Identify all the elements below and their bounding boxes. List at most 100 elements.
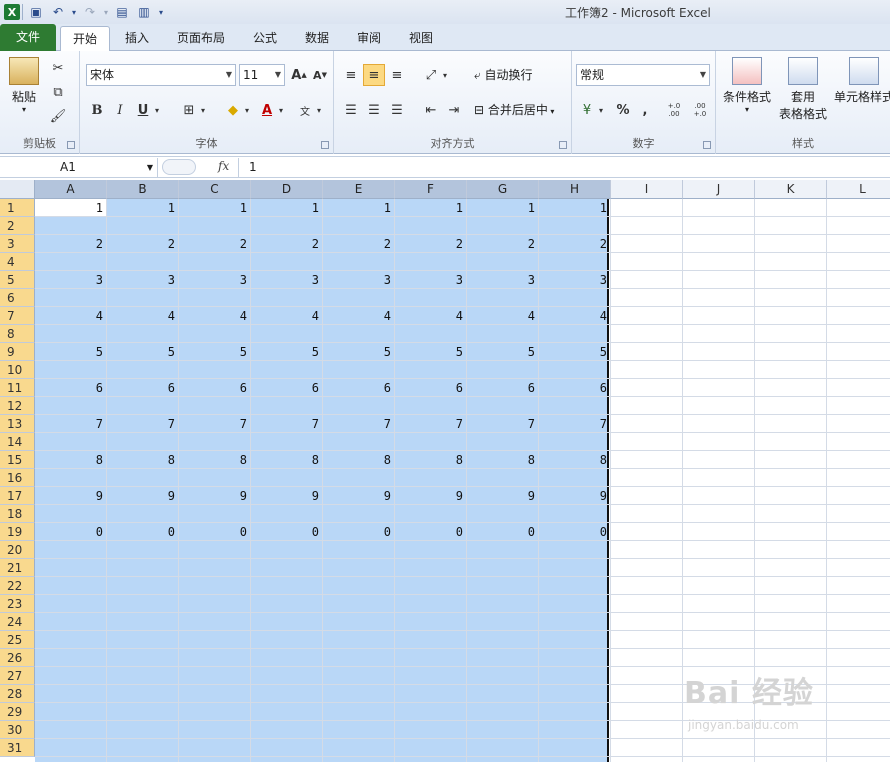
column-header-f[interactable]: F [395,180,467,199]
cell-h17[interactable]: 9 [539,487,607,505]
alignment-launcher-icon[interactable] [559,141,567,149]
cell-f5[interactable]: 3 [395,271,463,289]
print-preview-icon[interactable]: ▤ [111,2,133,22]
cell-c5[interactable]: 3 [179,271,247,289]
tab-review[interactable]: 审阅 [350,26,388,51]
format-painter-icon[interactable]: 🖌 [47,105,69,127]
cell-e11[interactable]: 6 [323,379,391,397]
save-icon[interactable]: ▣ [25,2,47,22]
undo-dropdown-icon[interactable]: ▾ [69,2,79,22]
align-left-icon[interactable]: ☰ [340,99,362,121]
cell-d5[interactable]: 3 [251,271,319,289]
cell-a9[interactable]: 5 [35,343,103,361]
font-color-icon[interactable]: A [256,99,278,121]
paste-button[interactable]: 粘贴 ▾ [6,57,42,114]
fill-color-dropdown-icon[interactable]: ▾ [242,99,252,121]
cell-d13[interactable]: 7 [251,415,319,433]
cell-h13[interactable]: 7 [539,415,607,433]
increase-decimal-button[interactable]: +.0 .00 [662,99,686,121]
cell-h19[interactable]: 0 [539,523,607,541]
cut-icon[interactable]: ✂ [47,57,69,79]
cell-d11[interactable]: 6 [251,379,319,397]
row-header-4[interactable]: 4 [0,253,35,271]
cell-c9[interactable]: 5 [179,343,247,361]
format-as-table-button[interactable]: 套用 表格格式 [774,57,832,122]
row-header-2[interactable]: 2 [0,217,35,235]
cell-a3[interactable]: 2 [35,235,103,253]
cell-h15[interactable]: 8 [539,451,607,469]
cell-b1[interactable]: 1 [107,199,175,217]
tab-data[interactable]: 数据 [298,26,336,51]
row-header-1[interactable]: 1 [0,199,35,217]
cell-e19[interactable]: 0 [323,523,391,541]
cell-d9[interactable]: 5 [251,343,319,361]
conditional-format-button[interactable]: 条件格式 ▾ [718,57,776,114]
column-header-j[interactable]: J [683,180,755,199]
row-header-3[interactable]: 3 [0,235,35,253]
column-header-l[interactable]: L [827,180,890,199]
font-launcher-icon[interactable] [321,141,329,149]
row-header-24[interactable]: 24 [0,613,35,631]
currency-dropdown-icon[interactable]: ▾ [596,99,606,121]
font-size-select[interactable]: 11 ▼ [239,64,285,86]
column-header-b[interactable]: B [107,180,179,199]
align-top-icon[interactable]: ≡ [340,64,362,86]
formula-input[interactable]: 1 [249,160,257,174]
row-header-30[interactable]: 30 [0,721,35,739]
cell-h9[interactable]: 5 [539,343,607,361]
cell-c13[interactable]: 7 [179,415,247,433]
cell-c19[interactable]: 0 [179,523,247,541]
row-header-17[interactable]: 17 [0,487,35,505]
row-header-19[interactable]: 19 [0,523,35,541]
formula-bar-resize-handle[interactable] [162,159,196,175]
cell-f3[interactable]: 2 [395,235,463,253]
font-color-dropdown-icon[interactable]: ▾ [276,99,286,121]
cell-styles-button[interactable]: 单元格样式 [834,57,890,105]
column-header-c[interactable]: C [179,180,251,199]
decrease-decimal-button[interactable]: .00 +.0 [688,99,712,121]
cell-g1[interactable]: 1 [467,199,535,217]
cell-d1[interactable]: 1 [251,199,319,217]
cell-h5[interactable]: 3 [539,271,607,289]
tab-view[interactable]: 视图 [402,26,440,51]
cell-d7[interactable]: 4 [251,307,319,325]
copy-icon[interactable]: ⧉ [47,81,69,103]
phonetic-dropdown-icon[interactable]: ▾ [314,99,324,121]
cell-h7[interactable]: 4 [539,307,607,325]
column-header-a[interactable]: A [35,180,107,199]
cell-f19[interactable]: 0 [395,523,463,541]
align-bottom-icon[interactable]: ≡ [386,64,408,86]
sort-icon[interactable]: ▥ [133,2,155,22]
shrink-font-button[interactable]: A ▼ [309,64,331,86]
orientation-dropdown-icon[interactable]: ▾ [440,64,450,86]
merge-center-button[interactable]: ⊟ 合并后居中 ▾ [474,99,554,121]
cell-e9[interactable]: 5 [323,343,391,361]
cell-f9[interactable]: 5 [395,343,463,361]
row-header-5[interactable]: 5 [0,271,35,289]
row-header-28[interactable]: 28 [0,685,35,703]
row-header-15[interactable]: 15 [0,451,35,469]
decrease-indent-icon[interactable]: ⇤ [420,99,442,121]
insert-function-icon[interactable]: fx [218,159,229,173]
name-box[interactable]: A1 ▼ [2,158,158,177]
row-header-11[interactable]: 11 [0,379,35,397]
cell-f7[interactable]: 4 [395,307,463,325]
column-header-i[interactable]: I [611,180,683,199]
cell-b5[interactable]: 3 [107,271,175,289]
border-dropdown-icon[interactable]: ▾ [198,99,208,121]
cell-g19[interactable]: 0 [467,523,535,541]
cell-g15[interactable]: 8 [467,451,535,469]
align-right-icon[interactable]: ☰ [386,99,408,121]
row-header-6[interactable]: 6 [0,289,35,307]
excel-logo-icon[interactable]: X [4,4,20,20]
cell-c17[interactable]: 9 [179,487,247,505]
cell-b9[interactable]: 5 [107,343,175,361]
redo-dropdown-icon[interactable]: ▾ [101,2,111,22]
cell-c3[interactable]: 2 [179,235,247,253]
tab-formulas[interactable]: 公式 [246,26,284,51]
currency-icon[interactable]: ¥ [576,99,598,121]
cell-a5[interactable]: 3 [35,271,103,289]
row-header-14[interactable]: 14 [0,433,35,451]
cell-g3[interactable]: 2 [467,235,535,253]
cell-h3[interactable]: 2 [539,235,607,253]
